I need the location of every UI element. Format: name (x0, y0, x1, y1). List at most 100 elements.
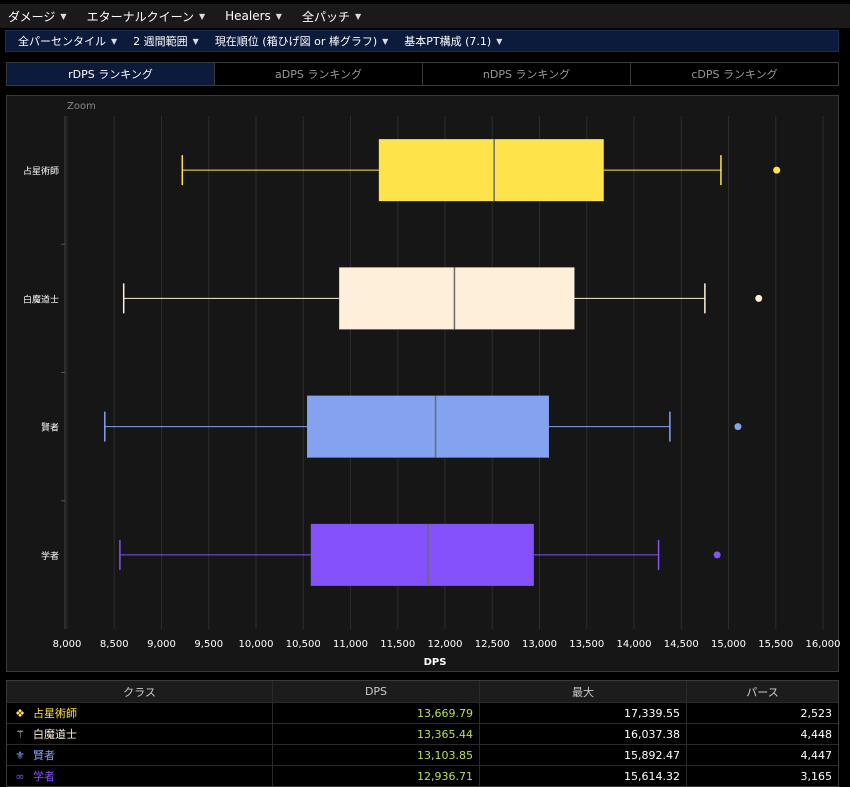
top-menu-bar: ダメージ ▼ エターナルクイーン ▼ Healers ▼ 全パッチ ▼ (0, 4, 850, 28)
tab-cdps[interactable]: cDPS ランキング (631, 63, 838, 85)
outlier-point (773, 166, 781, 174)
filter-range-dropdown[interactable]: 2 週間範囲 ▼ (133, 33, 199, 49)
menu-metric-dropdown[interactable]: ダメージ ▼ (8, 8, 67, 25)
menu-patch-dropdown[interactable]: 全パッチ ▼ (302, 8, 361, 25)
table-header-row: クラス DPS 最大 パース (7, 681, 838, 702)
chevron-down-icon: ▼ (496, 36, 503, 46)
y-tick-label: 白魔道士 (23, 293, 59, 305)
box-2 (307, 395, 549, 458)
box-1 (339, 267, 575, 330)
cell-parses: 2,523 (800, 706, 833, 720)
astrologian-icon: ❖ (15, 706, 25, 720)
x-tick-label: 12,500 (475, 639, 510, 650)
dps-value: 13,669.79 (417, 706, 473, 720)
outlier-point (734, 423, 742, 431)
table-row[interactable]: ⚜ 賢者 13,103.85 15,892.47 4,447 (7, 744, 838, 765)
outlier-point (755, 294, 763, 302)
header-dps[interactable]: DPS (273, 681, 480, 702)
box-3 (310, 523, 534, 586)
header-max[interactable]: 最大 (480, 681, 687, 702)
class-name[interactable]: 占星術師 (33, 705, 77, 721)
y-tick-label: 賢者 (41, 423, 59, 434)
chart-panel: 8,000 8,500 9,000 9,500 10,000 10,500 11,000 11… (6, 95, 841, 672)
cell-dps: 13,103.85 (273, 745, 480, 765)
filter-percentile-dropdown[interactable]: 全パーセンタイル ▼ (18, 33, 117, 49)
cell-parses: 4,447 (800, 748, 833, 762)
class-name[interactable]: 学者 (33, 768, 55, 784)
cell-class: ∞ 学者 (7, 766, 273, 786)
cell-class: ❖ 占星術師 (7, 703, 273, 723)
x-tick-label: 13,500 (569, 639, 604, 650)
chevron-down-icon: ▼ (60, 11, 67, 21)
class-name[interactable]: 賢者 (33, 747, 55, 763)
y-tick-label: 学者 (41, 550, 59, 562)
menu-encounter-label: エターナルクイーン (86, 9, 194, 24)
class-name[interactable]: 白魔道士 (33, 726, 77, 742)
tab-adps[interactable]: aDPS ランキング (215, 63, 423, 85)
chevron-down-icon: ▼ (198, 11, 206, 21)
chevron-down-icon: ▼ (354, 11, 362, 21)
outlier-point (713, 551, 721, 559)
filter-view-dropdown[interactable]: 現在順位 (箱ひげ図 or 棒グラフ) ▼ (215, 33, 388, 49)
menu-patch-label: 全パッチ (301, 9, 350, 24)
scholar-icon: ∞ (15, 769, 25, 783)
x-tick-label: 12,000 (428, 639, 463, 650)
x-tick-label: 11,500 (380, 639, 415, 650)
x-tick-label: 15,000 (711, 639, 746, 650)
dps-boxplot-chart: 8,000 8,500 9,000 9,500 10,000 10,500 11,000 11… (23, 116, 841, 668)
x-tick-label: 8,500 (100, 639, 129, 650)
dps-value: 12,936.71 (417, 769, 473, 783)
x-tick-label: 13,000 (522, 639, 557, 650)
menu-role-label: Healers (225, 9, 271, 23)
cell-max: 15,892.47 (480, 745, 687, 765)
x-tick-label: 10,500 (286, 639, 321, 650)
zoom-label[interactable]: Zoom (67, 101, 96, 112)
filter-view-label: 現在順位 (箱ひげ図 or 棒グラフ) (214, 35, 378, 48)
filter-percentile-label: 全パーセンタイル (18, 35, 106, 48)
x-tick-label: 15,500 (758, 639, 793, 650)
chevron-down-icon: ▼ (275, 11, 282, 21)
chevron-down-icon: ▼ (111, 36, 118, 46)
cell-dps: 13,669.79 (273, 703, 480, 723)
ranking-tabs: rDPS ランキング aDPS ランキング nDPS ランキング cDPS ラン… (6, 62, 839, 86)
tab-rdps[interactable]: rDPS ランキング (7, 63, 215, 85)
x-tick-label: 9,000 (147, 639, 176, 650)
whitemage-icon: ⚚ (15, 727, 25, 741)
cell-class: ⚚ 白魔道士 (7, 724, 273, 744)
menu-role-dropdown[interactable]: Healers ▼ (225, 9, 282, 23)
filter-range-label: 2 週間範囲 (133, 35, 188, 48)
menu-encounter-dropdown[interactable]: エターナルクイーン ▼ (87, 8, 206, 25)
x-tick-label: 10,000 (239, 639, 274, 650)
tab-ndps[interactable]: nDPS ランキング (423, 63, 631, 85)
cell-class: ⚜ 賢者 (7, 745, 273, 765)
cell-max: 15,614.32 (480, 766, 687, 786)
table-row[interactable]: ❖ 占星術師 13,669.79 17,339.55 2,523 (7, 702, 838, 723)
dps-value: 13,103.85 (417, 748, 473, 762)
x-tick-label: 8,000 (53, 639, 82, 650)
table-row[interactable]: ⚚ 白魔道士 13,365.44 16,037.38 4,448 (7, 723, 838, 744)
cell-parses: 3,165 (800, 769, 833, 783)
filter-bar: 全パーセンタイル ▼ 2 週間範囲 ▼ 現在順位 (箱ひげ図 or 棒グラフ) … (5, 30, 839, 52)
cell-dps: 12,936.71 (273, 766, 480, 786)
y-tick-label: 占星術師 (23, 165, 59, 177)
box-0 (378, 139, 604, 202)
filter-comp-label: 基本PT構成 (7.1) (404, 35, 492, 48)
sage-icon: ⚜ (15, 748, 25, 762)
chevron-down-icon: ▼ (382, 36, 389, 46)
header-class[interactable]: クラス (7, 681, 273, 702)
cell-parses: 4,448 (800, 727, 833, 741)
header-parses[interactable]: パース (687, 681, 838, 702)
x-tick-label: 9,500 (194, 639, 223, 650)
filter-comp-dropdown[interactable]: 基本PT構成 (7.1) ▼ (404, 33, 502, 49)
x-tick-label: 16,000 (806, 639, 841, 650)
cell-max: 17,339.55 (480, 703, 687, 723)
x-tick-label: 14,000 (617, 639, 652, 650)
menu-metric-label: ダメージ (8, 9, 56, 24)
cell-max: 16,037.38 (480, 724, 687, 744)
cell-dps: 13,365.44 (273, 724, 480, 744)
chevron-down-icon: ▼ (192, 36, 199, 46)
dps-value: 13,365.44 (417, 727, 473, 741)
table-row[interactable]: ∞ 学者 12,936.71 15,614.32 3,165 (7, 765, 838, 786)
x-axis-label: DPS (424, 657, 447, 668)
class-table: クラス DPS 最大 パース ❖ 占星術師 13,669.79 17,339.55 2,… (6, 680, 839, 787)
